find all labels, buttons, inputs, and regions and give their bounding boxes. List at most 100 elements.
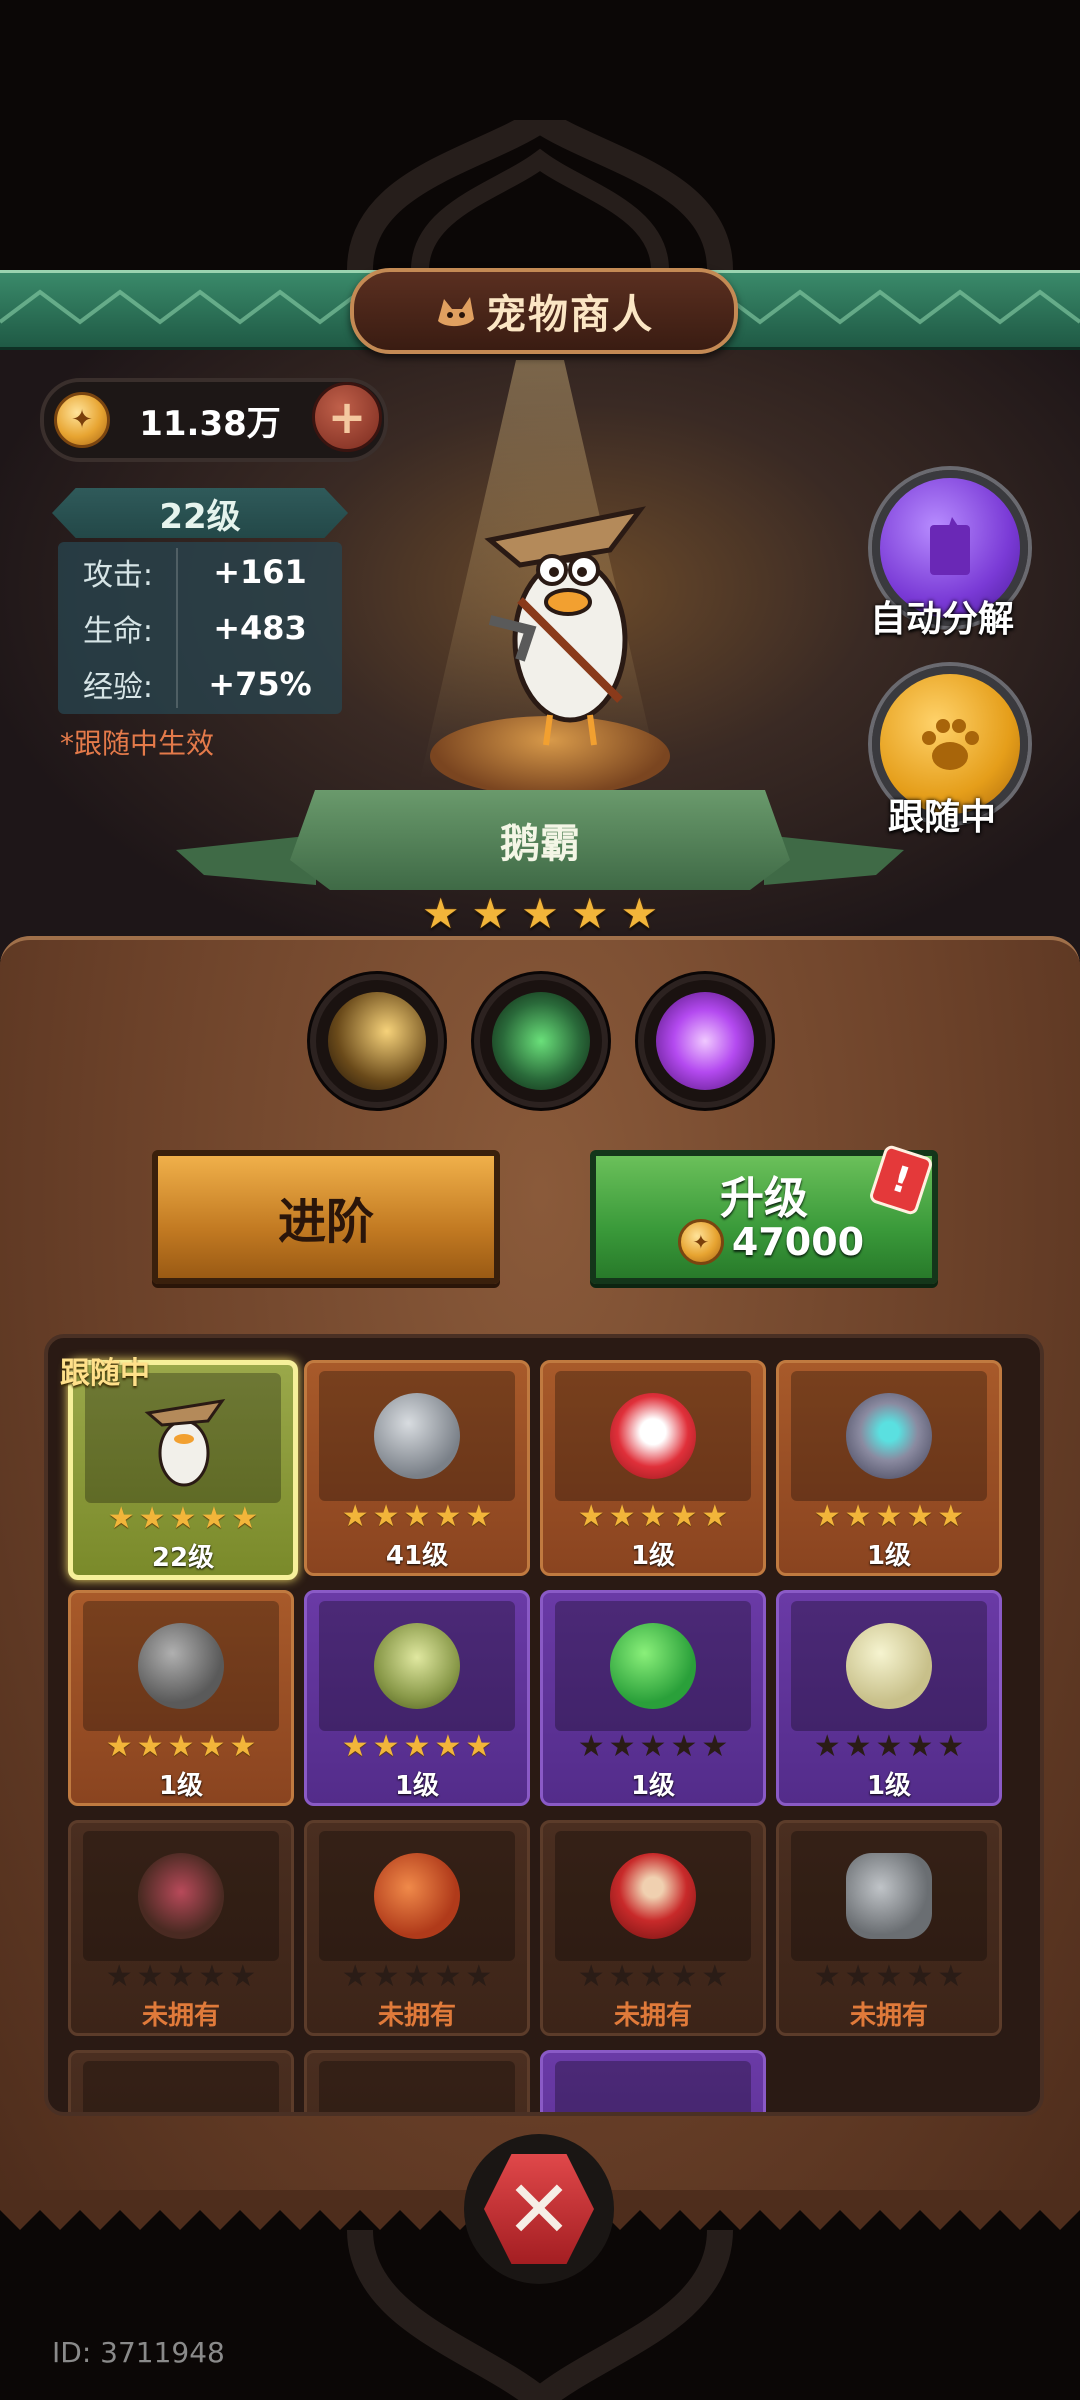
star-icon: ★: [577, 1499, 605, 1534]
pet-card-daruma[interactable]: ★ ★ ★ ★ ★ 未拥有: [540, 1820, 766, 2036]
dragon-pet-icon: [374, 1853, 460, 1939]
card-art: [319, 1371, 515, 1501]
chick-pet-icon: [846, 1623, 932, 1709]
star-icon: ★: [200, 1501, 228, 1536]
card-stars: ★ ★ ★ ★ ★: [307, 1501, 527, 1533]
skill-slot-3[interactable]: [638, 974, 772, 1108]
skill-slot-1[interactable]: [310, 974, 444, 1108]
skill-slot-2[interactable]: [474, 974, 608, 1108]
card-art: [791, 1601, 987, 1731]
star-icon: ★: [167, 1959, 195, 1994]
card-stars: ★ ★ ★ ★ ★: [307, 1961, 527, 1993]
auto-decompose-label: 自动分解: [869, 599, 1014, 640]
stat-value: +483: [213, 609, 307, 647]
pet-card-owl[interactable]: ★ ★ ★ ★ ★ 1级: [304, 1590, 530, 1806]
stat-label: 攻击:: [82, 558, 154, 593]
star-icon: ★: [844, 1499, 872, 1534]
card-stars: ★ ★ ★ ★ ★: [543, 1501, 763, 1533]
star-icon: ★: [570, 889, 609, 938]
spider-pet-icon: [846, 1393, 932, 1479]
star-icon: ★: [620, 889, 659, 938]
card-stars: ★ ★ ★ ★ ★: [779, 1731, 999, 1763]
card-stars: ★ ★ ★ ★ ★: [543, 1731, 763, 1763]
star-icon: ★: [906, 1729, 934, 1764]
card-art: [319, 1831, 515, 1961]
pet-card-knight[interactable]: ★ ★ ★ ★ ★ 41级: [304, 1360, 530, 1576]
star-icon: ★: [813, 1499, 841, 1534]
star-icon: ★: [577, 1959, 605, 1994]
card-stars: ★ ★ ★ ★ ★: [779, 1961, 999, 1993]
pet-card-gauntlet[interactable]: ★ ★ ★ ★ ★ 未拥有: [776, 1820, 1002, 2036]
card-stars: ★ ★ ★ ★ ★: [71, 1731, 291, 1763]
pet-card-robot[interactable]: ★ ★ ★ ★ ★ 1级: [68, 1590, 294, 1806]
star-icon: ★: [136, 1959, 164, 1994]
star-icon: ★: [813, 1729, 841, 1764]
dog-icon: [438, 297, 474, 327]
card-level: 1级: [630, 1541, 676, 1571]
card-art: [83, 1831, 279, 1961]
pet-card-partial[interactable]: [304, 2050, 530, 2112]
card-level: 22级: [151, 1543, 215, 1573]
pet-card-partial[interactable]: [68, 2050, 294, 2112]
stat-value: +161: [213, 553, 307, 591]
star-icon: ★: [608, 1959, 636, 1994]
star-icon: ★: [107, 1501, 135, 1536]
pet-card-mimic[interactable]: ★ ★ ★ ★ ★ 未拥有: [68, 1820, 294, 2036]
star-icon: ★: [577, 1729, 605, 1764]
stat-label: 生命:: [82, 614, 154, 649]
star-icon: ★: [875, 1729, 903, 1764]
stat-row-exp: 经验: +75%: [58, 656, 342, 712]
close-icon: ✕: [484, 2154, 594, 2264]
star-icon: ★: [231, 1501, 259, 1536]
star-icon: ★: [198, 1959, 226, 1994]
star-icon: ★: [701, 1959, 729, 1994]
advance-button[interactable]: 进阶: [152, 1150, 500, 1284]
title-plate: 宠物商人: [350, 268, 738, 354]
card-art: [791, 1371, 987, 1501]
lightning-skill-icon: [328, 992, 426, 1090]
card-stars: ★ ★ ★ ★ ★: [73, 1503, 293, 1535]
player-id: ID: 3711948: [52, 2336, 225, 2369]
star-icon: ★: [906, 1499, 934, 1534]
add-gold-button[interactable]: +: [312, 382, 382, 452]
star-icon: ★: [937, 1959, 965, 1994]
card-art: [791, 1831, 987, 1961]
card-stars: ★ ★ ★ ★ ★: [307, 1731, 527, 1763]
star-icon: ★: [169, 1501, 197, 1536]
upgrade-cost: ✦ 47000: [656, 1219, 886, 1265]
star-icon: ★: [229, 1729, 257, 1764]
star-icon: ★: [167, 1729, 195, 1764]
star-icon: ★: [521, 889, 559, 938]
star-icon: ★: [471, 889, 510, 938]
parrot-pet-icon: [610, 1623, 696, 1709]
robot-pet-icon: [138, 1623, 224, 1709]
star-icon: ★: [403, 1499, 431, 1534]
pet-card-chick[interactable]: ★ ★ ★ ★ ★ 1级: [776, 1590, 1002, 1806]
star-icon: ★: [105, 1729, 133, 1764]
card-level: 41级: [385, 1541, 449, 1571]
pet-card-partial[interactable]: [540, 2050, 766, 2112]
star-icon: ★: [136, 1729, 164, 1764]
pet-card-dragon[interactable]: ★ ★ ★ ★ ★ 未拥有: [304, 1820, 530, 2036]
follow-effect-note: *跟随中生效: [60, 727, 215, 760]
card-stars: ★ ★ ★ ★ ★: [71, 1961, 291, 1993]
star-icon: ★: [229, 1959, 257, 1994]
close-button[interactable]: ✕: [464, 2134, 614, 2284]
card-level: 未拥有: [141, 2001, 220, 2031]
star-icon: ★: [608, 1729, 636, 1764]
star-icon: ★: [372, 1729, 400, 1764]
star-icon: ★: [372, 1959, 400, 1994]
knight-pet-icon: [374, 1393, 460, 1479]
pet-grid: ★ ★ ★ ★ ★ 22级 ★ ★ ★ ★ ★ 41级 ★ ★ ★ ★ ★ 1级 ★ ★ ★ ★ ★ 1级: [44, 1334, 1044, 2116]
pet-card-clown[interactable]: ★ ★ ★ ★ ★ 1级: [540, 1360, 766, 1576]
follow-label: 跟随中: [887, 797, 996, 838]
card-art: [319, 1601, 515, 1731]
goose-pet-icon: [144, 1398, 226, 1487]
card-level: 1级: [630, 1771, 676, 1801]
pet-level-tag: 22级: [52, 488, 348, 538]
pet-card-goose[interactable]: ★ ★ ★ ★ ★ 22级: [68, 1360, 298, 1580]
pet-card-parrot[interactable]: ★ ★ ★ ★ ★ 1级: [540, 1590, 766, 1806]
card-level: 1级: [158, 1771, 204, 1801]
pet-card-spider[interactable]: ★ ★ ★ ★ ★ 1级: [776, 1360, 1002, 1576]
star-icon: ★: [421, 889, 460, 938]
